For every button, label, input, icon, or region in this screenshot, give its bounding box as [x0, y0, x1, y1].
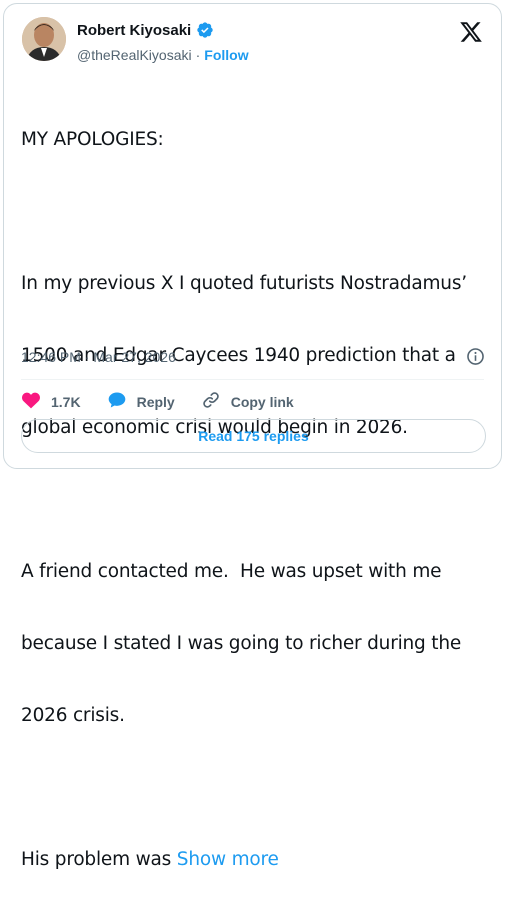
tweet-line: In my previous X I quoted futurists Nost…: [21, 273, 467, 294]
tweet-card: Robert Kiyosaki @theRealKiyosaki · Follo…: [3, 3, 502, 870]
divider: [21, 379, 484, 380]
action-bar: 1.7K Reply Copy link: [21, 390, 294, 413]
author-name-row[interactable]: Robert Kiyosaki: [77, 21, 214, 39]
like-count: 1.7K: [51, 393, 81, 410]
reply-icon: [107, 390, 127, 413]
tweet-last-line: His problem was Show more: [21, 848, 486, 872]
tweet-line: because I stated I was going to richer d…: [21, 633, 462, 654]
reply-button[interactable]: Reply: [107, 390, 175, 413]
follow-button[interactable]: Follow: [204, 47, 248, 63]
like-button[interactable]: 1.7K: [21, 390, 81, 413]
copy-link-button[interactable]: Copy link: [201, 390, 294, 413]
heart-icon: [21, 390, 41, 413]
read-replies-button[interactable]: Read 175 replies: [21, 419, 486, 453]
reply-label: Reply: [136, 393, 175, 410]
info-icon[interactable]: [466, 347, 485, 366]
tweet-line: 2026 crisis.: [21, 705, 125, 726]
x-logo-icon[interactable]: [459, 20, 483, 44]
separator-dot: ·: [195, 47, 201, 63]
tweet-line: MY APOLOGIES:: [21, 129, 164, 150]
tweet-line: ​: [21, 200, 486, 224]
timestamp[interactable]: 12:46 PM · Mar 27, 2026: [21, 349, 176, 365]
show-more-link[interactable]: Show more: [177, 849, 279, 870]
tweet-line: ​: [21, 776, 486, 800]
copy-link-label: Copy link: [230, 393, 294, 410]
author-handle-row: @theRealKiyosaki · Follow: [77, 47, 249, 63]
tweet-line: A friend contacted me. He was upset with…: [21, 561, 442, 582]
tweet-line: ​: [21, 488, 486, 512]
avatar[interactable]: [22, 17, 66, 61]
verified-badge-icon: [196, 21, 214, 39]
author-name[interactable]: Robert Kiyosaki: [77, 22, 191, 39]
tweet-line-text: His problem was: [21, 849, 177, 870]
tweet-text: MY APOLOGIES: ​ In my previous X I quote…: [21, 80, 486, 920]
link-icon: [201, 390, 221, 413]
author-handle[interactable]: @theRealKiyosaki: [77, 47, 192, 63]
